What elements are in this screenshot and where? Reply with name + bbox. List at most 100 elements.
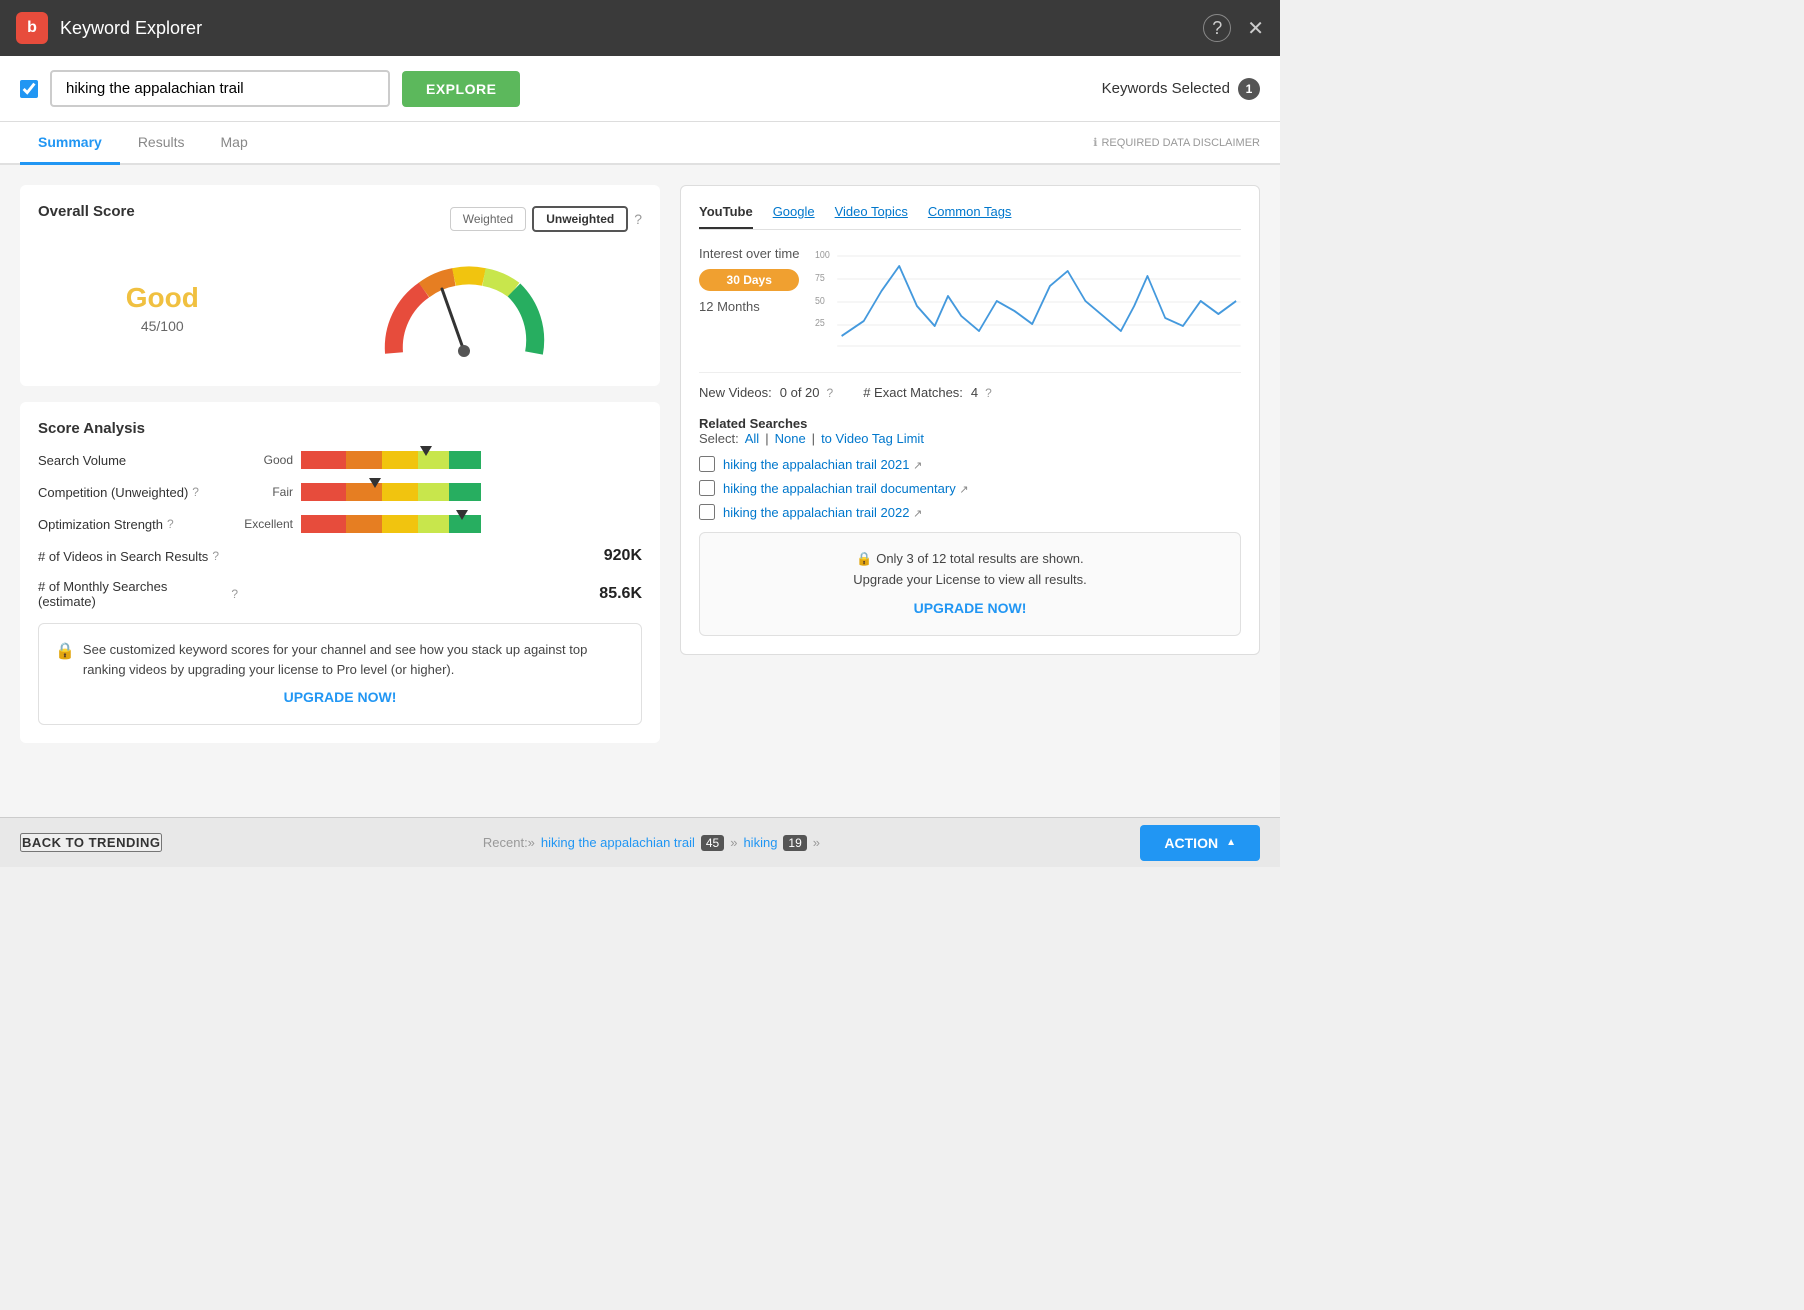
title-bar: b Keyword Explorer ? ✕ <box>0 0 1280 56</box>
exact-matches-label: # Exact Matches: <box>863 385 963 400</box>
period-30-button[interactable]: 30 Days <box>699 269 799 291</box>
competition-help-icon[interactable]: ? <box>192 485 199 499</box>
title-bar-left: b Keyword Explorer <box>16 12 202 44</box>
metric-search-volume-right: Good <box>238 451 642 469</box>
disclaimer: ℹ REQUIRED DATA DISCLAIMER <box>1093 136 1260 149</box>
lock-box: 🔒 Only 3 of 12 total results are shown. … <box>699 532 1241 636</box>
lock-emoji: 🔒 <box>55 640 75 664</box>
unweighted-toggle[interactable]: Unweighted <box>532 206 628 232</box>
metric-competition-grade: Fair <box>238 485 293 499</box>
svg-text:50: 50 <box>815 296 825 308</box>
search-item-2-checkbox[interactable] <box>699 480 715 496</box>
interest-label: Interest over time <box>699 246 799 261</box>
recent-link-1[interactable]: hiking the appalachian trail <box>541 835 695 850</box>
search-checkbox[interactable] <box>20 80 38 98</box>
period-12-link[interactable]: 12 Months <box>699 299 799 314</box>
action-button[interactable]: ACTION ▲ <box>1140 825 1260 861</box>
recent-badge-2: 19 <box>783 835 806 851</box>
close-button[interactable]: ✕ <box>1247 16 1264 41</box>
upgrade-now-link[interactable]: UPGRADE NOW! <box>55 687 625 708</box>
score-display: Good 45/100 <box>38 248 642 368</box>
metric-competition: Competition (Unweighted) ? Fair <box>38 483 642 501</box>
search-item-2-link[interactable]: hiking the appalachian trail documentary… <box>723 481 969 496</box>
chevron-icon-2: » <box>813 835 820 850</box>
select-none-link[interactable]: None <box>775 431 806 446</box>
videos-help-icon[interactable]: ? <box>212 549 219 563</box>
select-all-link[interactable]: All <box>745 431 759 446</box>
monthly-help-icon[interactable]: ? <box>231 587 238 601</box>
stats-row: New Videos: 0 of 20 ? # Exact Matches: 4… <box>699 372 1241 400</box>
search-item-3-checkbox[interactable] <box>699 504 715 520</box>
weighted-toggle[interactable]: Weighted <box>450 207 526 231</box>
exact-matches-value: 4 <box>971 385 978 400</box>
recent-label: Recent:» <box>483 835 535 850</box>
metric-videos-value: 920K <box>238 547 642 565</box>
related-searches-title: Related Searches <box>699 416 1241 431</box>
recent-nav: Recent:» hiking the appalachian trail 45… <box>483 835 820 851</box>
exact-matches-help[interactable]: ? <box>985 386 992 400</box>
recent-link-2[interactable]: hiking <box>743 835 777 850</box>
search-item-1-link[interactable]: hiking the appalachian trail 2021 ↗ <box>723 457 922 472</box>
search-left: EXPLORE <box>20 70 520 107</box>
metric-monthly-label: # of Monthly Searches (estimate) ? <box>38 579 238 609</box>
recent-badge-1: 45 <box>701 835 724 851</box>
metric-competition-label: Competition (Unweighted) ? <box>38 485 238 500</box>
lock-box-subtext: Upgrade your License to view all results… <box>716 570 1224 591</box>
metric-optimization-right: Excellent <box>238 515 642 533</box>
metric-search-volume: Search Volume Good <box>38 451 642 469</box>
new-videos-help[interactable]: ? <box>827 386 834 400</box>
gauge-chart <box>374 258 554 358</box>
ext-icon-1: ↗ <box>913 460 922 472</box>
tab-google[interactable]: Google <box>773 204 815 229</box>
score-analysis-card: Score Analysis Search Volume Good <box>20 402 660 743</box>
tab-youtube[interactable]: YouTube <box>699 204 753 229</box>
related-searches: Related Searches Select: All | None | to… <box>699 416 1241 636</box>
tab-results[interactable]: Results <box>120 122 203 165</box>
svg-text:25: 25 <box>815 318 825 330</box>
back-to-trending-button[interactable]: BACK TO TRENDING <box>20 833 162 852</box>
lock-emoji-right: 🔒 <box>856 551 872 566</box>
upgrade-box: 🔒 See customized keyword scores for your… <box>38 623 642 725</box>
score-label: Good <box>126 282 199 314</box>
main-tabs: Summary Results Map <box>20 122 266 163</box>
svg-text:100: 100 <box>815 250 830 262</box>
score-help-icon[interactable]: ? <box>634 211 642 227</box>
optimization-help-icon[interactable]: ? <box>167 517 174 531</box>
tab-video-topics[interactable]: Video Topics <box>835 204 908 229</box>
keywords-selected: Keywords Selected 1 <box>1102 78 1260 100</box>
score-text: Good 45/100 <box>126 282 199 334</box>
tab-map[interactable]: Map <box>203 122 266 165</box>
score-num: 45/100 <box>126 318 199 334</box>
new-videos-stat: New Videos: 0 of 20 ? <box>699 385 833 400</box>
score-analysis-title: Score Analysis <box>38 420 642 437</box>
select-label: Select: <box>699 431 739 446</box>
left-panel: Overall Score Weighted Unweighted ? Good… <box>20 185 660 797</box>
help-button[interactable]: ? <box>1203 14 1231 42</box>
tab-common-tags[interactable]: Common Tags <box>928 204 1012 229</box>
select-video-tag-link[interactable]: to Video Tag Limit <box>821 431 924 446</box>
search-item-3-link[interactable]: hiking the appalachian trail 2022 ↗ <box>723 505 922 520</box>
ext-icon-2: ↗ <box>959 484 968 496</box>
action-arrow-icon: ▲ <box>1226 837 1236 848</box>
tabs-bar: Summary Results Map ℹ REQUIRED DATA DISC… <box>0 122 1280 165</box>
search-item-1-checkbox[interactable] <box>699 456 715 472</box>
metric-videos: # of Videos in Search Results ? 920K <box>38 547 642 565</box>
keywords-badge: 1 <box>1238 78 1260 100</box>
explore-button[interactable]: EXPLORE <box>402 71 520 107</box>
lock-box-text: 🔒 Only 3 of 12 total results are shown. <box>716 549 1224 570</box>
tab-summary[interactable]: Summary <box>20 122 120 165</box>
exact-matches-stat: # Exact Matches: 4 ? <box>863 385 992 400</box>
metric-optimization-label: Optimization Strength ? <box>38 517 238 532</box>
metric-monthly-value: 85.6K <box>238 585 642 603</box>
upgrade-text: See customized keyword scores for your c… <box>83 640 625 679</box>
metric-search-volume-grade: Good <box>238 453 293 467</box>
new-videos-value: 0 of 20 <box>780 385 820 400</box>
lock-upgrade-link[interactable]: UPGRADE NOW! <box>716 597 1224 619</box>
chart-labels: Interest over time 30 Days 12 Months <box>699 246 799 356</box>
search-item-2: hiking the appalachian trail documentary… <box>699 480 1241 496</box>
metric-search-volume-label: Search Volume <box>38 453 238 468</box>
chevron-icon-1: » <box>730 835 737 850</box>
search-input[interactable] <box>50 70 390 107</box>
bottom-bar: BACK TO TRENDING Recent:» hiking the app… <box>0 817 1280 867</box>
search-item-1: hiking the appalachian trail 2021 ↗ <box>699 456 1241 472</box>
